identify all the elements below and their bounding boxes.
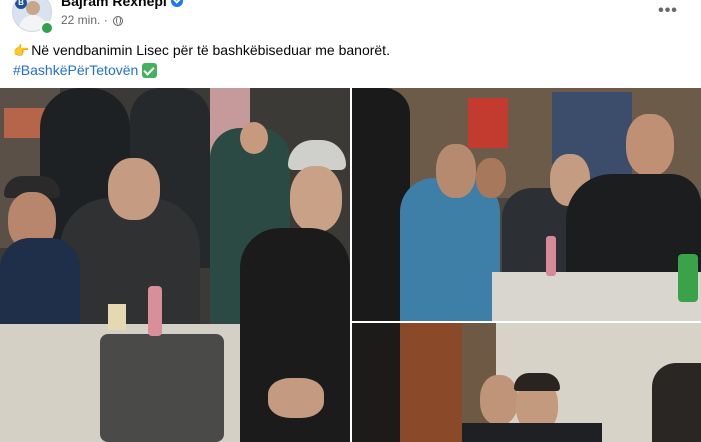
online-status-dot	[40, 21, 54, 35]
post-hashtag-line: #BashkëPërTetovën	[13, 60, 158, 80]
photo-rt-table	[492, 272, 701, 321]
photo-rb-man-face-1	[480, 375, 518, 425]
photo-rb-bodies	[462, 423, 602, 442]
photo-men-listening-right[interactable]	[352, 88, 701, 321]
photo-rt-bottle	[546, 236, 556, 276]
photo-rb-man-hair-2	[514, 373, 560, 391]
photo-bottle	[148, 286, 162, 336]
avatar-face	[26, 1, 40, 15]
pointing-hand-icon: 👉	[13, 43, 30, 58]
photo-men-seated-table[interactable]	[0, 88, 350, 442]
photo-grid	[0, 88, 701, 442]
photo-boy-face	[240, 122, 268, 154]
photo-rt-blue-jacket	[400, 178, 500, 321]
photo-rt-signs	[468, 98, 508, 148]
photo-rt-young-face	[436, 144, 476, 198]
photo-rb-door	[400, 323, 462, 442]
photo-rt-can	[678, 254, 698, 302]
post-header: B Bajram Rexhepi 22 min. · •••	[0, 0, 701, 36]
photo-rt-man-cap	[476, 158, 506, 198]
photo-old-man-face	[290, 166, 342, 232]
photo-old-man-hand	[268, 378, 324, 418]
hashtag-link[interactable]: #BashkëPërTetovën	[13, 62, 138, 78]
post-text-body: Në vendbanimin Lisec për të bashkëbisedu…	[31, 42, 390, 58]
author-name-text[interactable]: Bajram Rexhepi	[61, 0, 167, 9]
photo-men-bottom[interactable]	[352, 323, 701, 442]
photo-rb-left-dark	[352, 323, 400, 442]
photo-juice-box	[108, 304, 126, 330]
photo-chair	[100, 334, 224, 442]
photo-rt-right-face	[626, 114, 674, 176]
post-text: 👉 Në vendbanimin Lisec për të bashkëbised…	[13, 40, 390, 61]
more-options-button[interactable]: •••	[653, 2, 683, 22]
post-meta: 22 min. ·	[61, 13, 124, 27]
verified-badge-icon	[170, 0, 183, 7]
photo-man-grey-face	[108, 158, 160, 220]
author-name[interactable]: Bajram Rexhepi	[61, 0, 183, 9]
globe-icon[interactable]	[113, 16, 124, 26]
photo-rb-right-man	[652, 363, 701, 442]
post-timestamp[interactable]: 22 min.	[61, 13, 100, 27]
check-mark-icon	[142, 63, 158, 78]
meta-separator: ·	[103, 13, 108, 27]
